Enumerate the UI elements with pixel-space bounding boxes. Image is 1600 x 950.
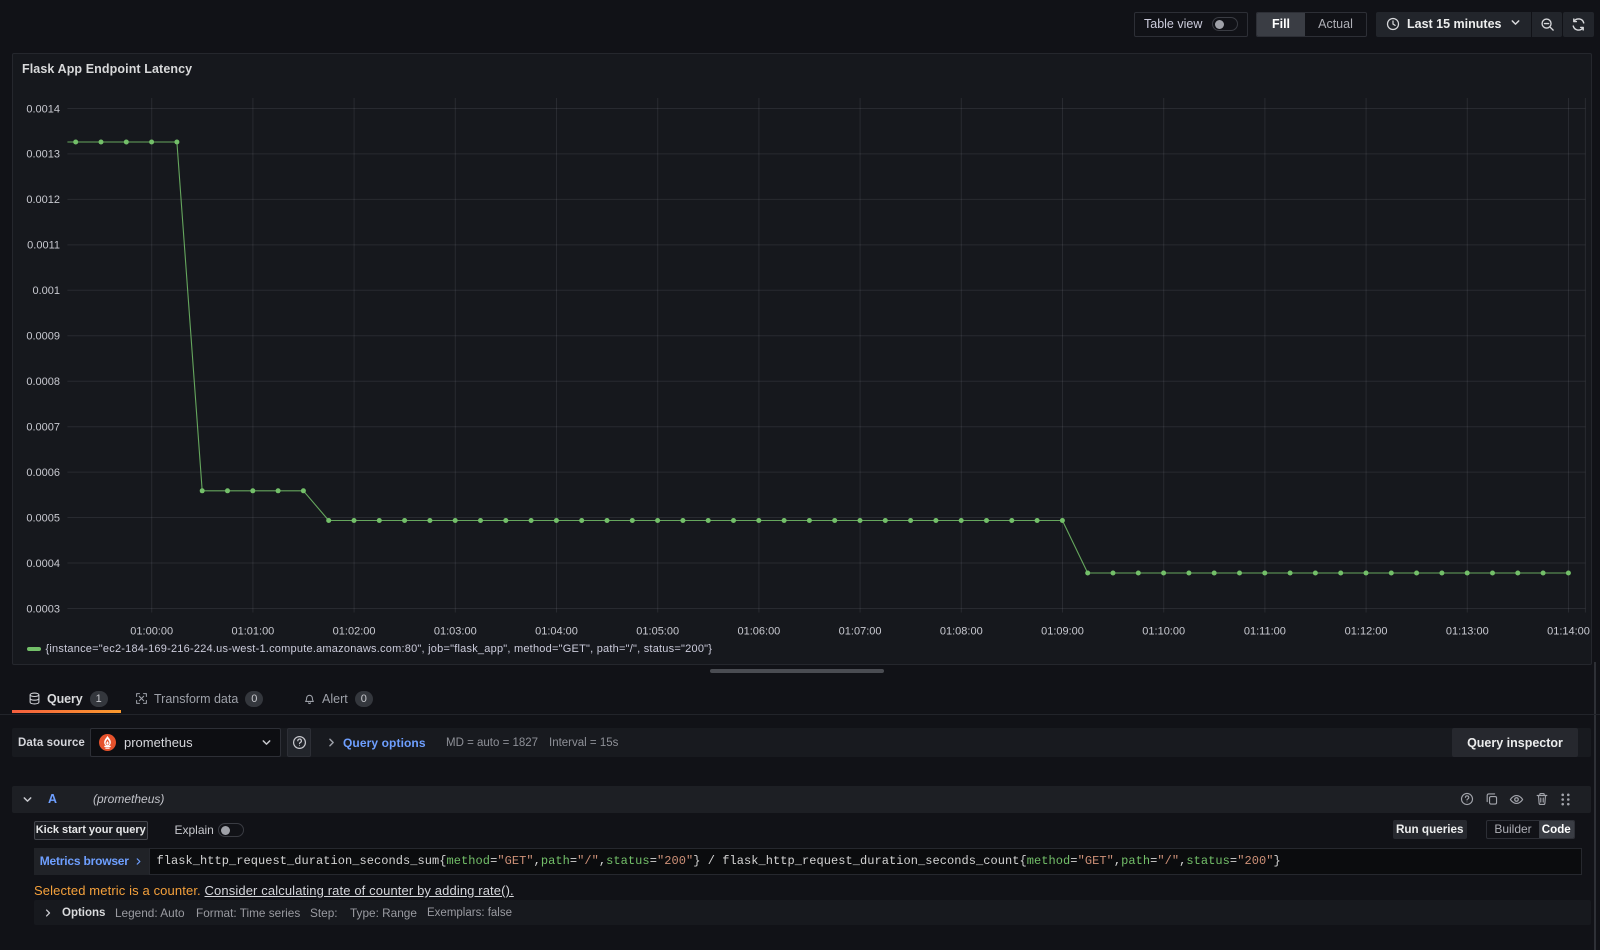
svg-text:0.0009: 0.0009	[26, 331, 60, 343]
svg-text:01:09:00: 01:09:00	[1041, 625, 1084, 637]
svg-text:01:14:00: 01:14:00	[1547, 625, 1590, 637]
svg-text:01:03:00: 01:03:00	[433, 625, 476, 637]
svg-text:01:08:00: 01:08:00	[939, 625, 982, 637]
svg-text:0.0003: 0.0003	[26, 603, 60, 615]
svg-text:0.0012: 0.0012	[26, 194, 60, 206]
svg-text:01:13:00: 01:13:00	[1445, 625, 1488, 637]
svg-text:01:06:00: 01:06:00	[737, 625, 780, 637]
svg-text:0.0007: 0.0007	[26, 422, 60, 434]
svg-text:0.0014: 0.0014	[26, 103, 60, 115]
svg-text:0.0004: 0.0004	[26, 558, 60, 570]
svg-text:01:02:00: 01:02:00	[332, 625, 375, 637]
svg-text:0.0006: 0.0006	[26, 467, 60, 479]
svg-text:01:00:00: 01:00:00	[130, 625, 173, 637]
svg-text:0.001: 0.001	[32, 285, 60, 297]
svg-text:01:05:00: 01:05:00	[636, 625, 679, 637]
svg-text:0.0008: 0.0008	[26, 376, 60, 388]
svg-text:0.0011: 0.0011	[27, 240, 60, 252]
svg-text:0.0005: 0.0005	[26, 512, 60, 524]
svg-text:01:04:00: 01:04:00	[535, 625, 578, 637]
svg-text:01:01:00: 01:01:00	[231, 625, 274, 637]
svg-text:01:12:00: 01:12:00	[1344, 625, 1387, 637]
svg-text:01:11:00: 01:11:00	[1243, 625, 1285, 637]
svg-text:01:10:00: 01:10:00	[1142, 625, 1185, 637]
svg-text:0.0013: 0.0013	[26, 149, 60, 161]
svg-text:01:07:00: 01:07:00	[838, 625, 881, 637]
